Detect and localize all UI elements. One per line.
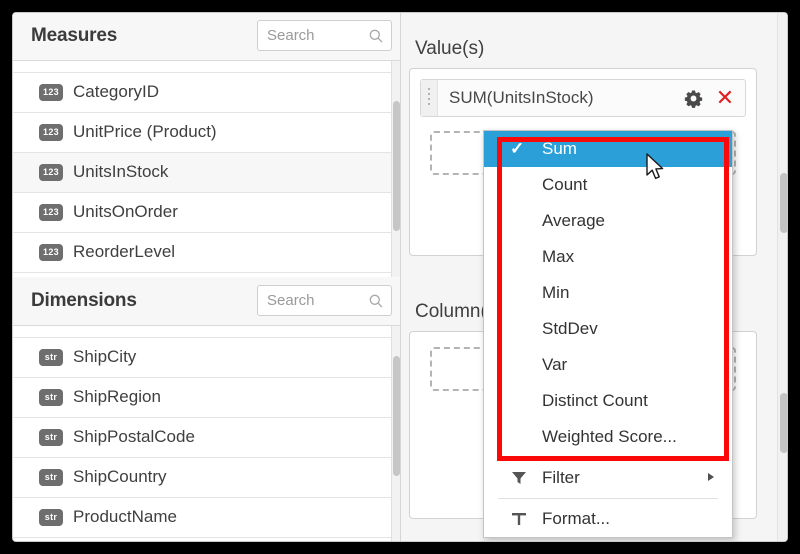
string-type-icon: str xyxy=(39,349,63,366)
menu-divider xyxy=(498,457,718,458)
list-item-clipped[interactable] xyxy=(13,61,400,73)
field-label: ShipCountry xyxy=(73,467,167,486)
dimensions-field-list[interactable]: str ShipCity str ShipRegion str ShipPost… xyxy=(13,326,400,541)
search-icon xyxy=(369,294,383,308)
dimensions-title: Dimensions xyxy=(31,290,137,311)
number-type-icon: 123 xyxy=(39,244,63,261)
menu-item-label: Var xyxy=(542,355,568,374)
filter-icon xyxy=(510,469,528,487)
measures-search-input[interactable]: Search xyxy=(257,20,392,51)
menu-item-max[interactable]: Max xyxy=(484,239,732,275)
measures-list-scrollbar[interactable] xyxy=(391,61,400,277)
close-icon[interactable]: ✕ xyxy=(715,87,735,109)
dimensions-search-placeholder: Search xyxy=(267,292,315,309)
fields-pane: Measures Search 123 CategoryID 123 UnitP… xyxy=(13,13,401,541)
search-icon xyxy=(369,29,383,43)
menu-item-sum[interactable]: ✓ Sum xyxy=(484,131,732,167)
field-label: ShipPostalCode xyxy=(73,427,195,446)
menu-item-label: Weighted Score... xyxy=(542,427,677,446)
gear-icon[interactable] xyxy=(684,89,703,108)
menu-item-label: StdDev xyxy=(542,319,598,338)
menu-item-weighted-score[interactable]: Weighted Score... xyxy=(484,419,732,455)
measures-field-list[interactable]: 123 CategoryID 123 UnitPrice (Product) 1… xyxy=(13,61,400,277)
field-label: UnitPrice (Product) xyxy=(73,122,217,141)
menu-divider xyxy=(498,498,718,499)
drag-handle-icon[interactable] xyxy=(421,80,438,116)
field-label: ShipCity xyxy=(73,347,137,366)
value-field-label: SUM(UnitsInStock) xyxy=(449,88,594,107)
number-type-icon: 123 xyxy=(39,124,63,141)
field-label: ReorderLevel xyxy=(73,242,176,261)
list-item[interactable]: str ShipRegion xyxy=(13,378,400,418)
measures-search-placeholder: Search xyxy=(267,27,315,44)
field-label: CategoryID xyxy=(73,82,159,101)
menu-item-label: Distinct Count xyxy=(542,391,648,410)
menu-item-filter[interactable]: Filter xyxy=(484,460,732,496)
list-item-clipped[interactable] xyxy=(13,326,400,338)
dimensions-section: Dimensions Search str ShipCity str ShipR… xyxy=(13,278,400,541)
measures-title: Measures xyxy=(31,25,118,46)
menu-item-stddev[interactable]: StdDev xyxy=(484,311,732,347)
list-item[interactable]: str ShipCountry xyxy=(13,458,400,498)
dimensions-header: Dimensions Search xyxy=(13,278,400,326)
number-type-icon: 123 xyxy=(39,164,63,181)
menu-item-label: Filter xyxy=(542,468,580,487)
menu-item-label: Count xyxy=(542,175,588,194)
scrollbar-thumb[interactable] xyxy=(780,393,787,453)
menu-item-label: Min xyxy=(542,283,570,302)
field-label: UnitsOnOrder xyxy=(73,202,178,221)
check-icon: ✓ xyxy=(510,139,525,158)
menu-item-label: Max xyxy=(542,247,575,266)
list-item[interactable]: 123 ReorderLevel xyxy=(13,233,400,273)
field-label: ProductName xyxy=(73,507,177,526)
menu-item-var[interactable]: Var xyxy=(484,347,732,383)
measures-section: Measures Search 123 CategoryID 123 UnitP… xyxy=(13,13,400,277)
menu-item-distinct-count[interactable]: Distinct Count xyxy=(484,383,732,419)
aggregation-context-menu[interactable]: ✓ Sum Count Average Max Min StdDev Var D… xyxy=(483,130,733,538)
field-label: ShipRegion xyxy=(73,387,161,406)
value-field-chip[interactable]: SUM(UnitsInStock) ✕ xyxy=(420,79,746,117)
pivot-field-configuration-window: Measures Search 123 CategoryID 123 UnitP… xyxy=(12,12,788,542)
text-format-icon xyxy=(510,510,528,528)
list-item[interactable]: 123 UnitsOnOrder xyxy=(13,193,400,233)
menu-item-format[interactable]: Format... xyxy=(484,501,732,537)
menu-item-average[interactable]: Average xyxy=(484,203,732,239)
field-label: UnitsInStock xyxy=(73,162,169,181)
string-type-icon: str xyxy=(39,429,63,446)
chevron-right-icon xyxy=(708,473,714,481)
dimensions-list-scrollbar[interactable] xyxy=(391,326,400,541)
string-type-icon: str xyxy=(39,469,63,486)
number-type-icon: 123 xyxy=(39,204,63,221)
menu-item-count[interactable]: Count xyxy=(484,167,732,203)
list-item[interactable]: 123 UnitsInStock xyxy=(13,153,400,193)
list-item[interactable]: 123 UnitPrice (Product) xyxy=(13,113,400,153)
dimensions-search-input[interactable]: Search xyxy=(257,285,392,316)
scrollbar-thumb[interactable] xyxy=(393,356,400,476)
values-zone-label: Value(s) xyxy=(415,38,485,59)
list-item[interactable]: str ShipCity xyxy=(13,338,400,378)
list-item[interactable]: str ShipPostalCode xyxy=(13,418,400,458)
menu-item-min[interactable]: Min xyxy=(484,275,732,311)
number-type-icon: 123 xyxy=(39,84,63,101)
scrollbar-thumb[interactable] xyxy=(780,173,787,233)
menu-item-label: Sum xyxy=(542,139,577,158)
right-pane-scrollbar[interactable] xyxy=(777,13,787,541)
measures-header: Measures Search xyxy=(13,13,400,61)
string-type-icon: str xyxy=(39,509,63,526)
menu-item-label: Format... xyxy=(542,509,611,528)
string-type-icon: str xyxy=(39,389,63,406)
menu-item-label: Average xyxy=(542,211,606,230)
list-item[interactable]: 123 CategoryID xyxy=(13,73,400,113)
scrollbar-thumb[interactable] xyxy=(393,101,400,231)
list-item[interactable]: str ProductName xyxy=(13,498,400,538)
